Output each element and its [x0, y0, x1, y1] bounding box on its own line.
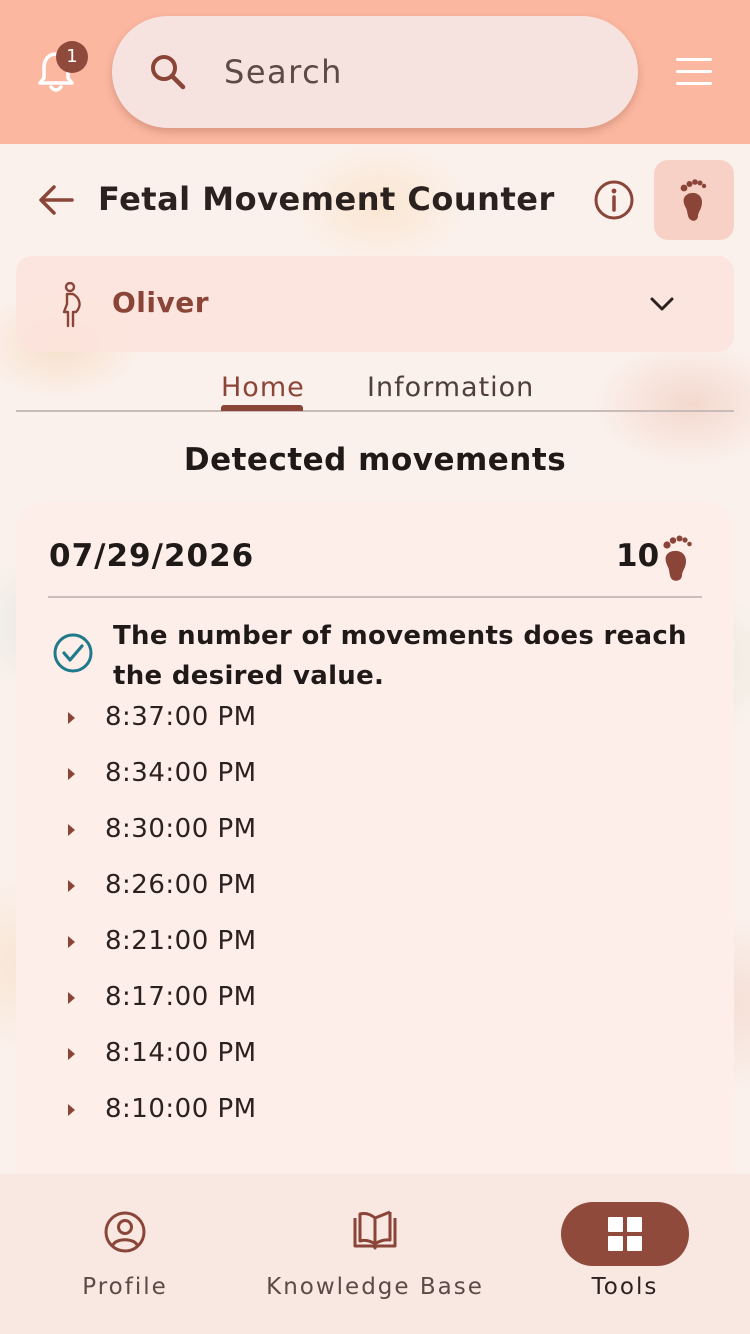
movement-time: 8:14:00 PM [105, 1038, 257, 1068]
card-date: 07/29/2026 [49, 538, 255, 574]
movement-time-list: 8:37:00 PM 8:34:00 PM 8:30:00 PM 8:26:00… [16, 698, 734, 1146]
list-item[interactable]: 8:10:00 PM [16, 1090, 734, 1146]
search-icon [151, 55, 186, 90]
list-item[interactable]: 8:21:00 PM [16, 922, 734, 978]
tab-home[interactable]: Home [221, 372, 305, 403]
caret-right-icon [68, 992, 75, 1004]
search-input[interactable] [224, 46, 604, 98]
nav-knowledge-base[interactable]: Knowledge Base [250, 1174, 500, 1334]
footprint-button[interactable] [654, 160, 734, 240]
nav-profile[interactable]: Profile [0, 1174, 250, 1334]
list-item[interactable]: 8:17:00 PM [16, 978, 734, 1034]
list-item[interactable]: 8:37:00 PM [16, 698, 734, 754]
hamburger-menu-icon[interactable] [676, 58, 712, 86]
section-title: Detected movements [183, 442, 567, 478]
movement-time: 8:30:00 PM [105, 814, 257, 844]
grid-icon [608, 1217, 642, 1251]
tab-information[interactable]: Information [367, 372, 534, 403]
caret-right-icon [68, 712, 75, 724]
caret-right-icon [68, 1048, 75, 1060]
profile-icon [104, 1211, 146, 1253]
list-item[interactable]: 8:26:00 PM [16, 866, 734, 922]
top-bar: 1 [0, 0, 750, 144]
list-item[interactable]: 8:14:00 PM [16, 1034, 734, 1090]
nav-label: Tools [591, 1274, 659, 1300]
search-bar[interactable] [112, 16, 638, 128]
caret-right-icon [68, 1104, 75, 1116]
tab-bar: Home Information [16, 364, 734, 412]
list-item[interactable]: 8:30:00 PM [16, 810, 734, 866]
movement-card: 07/29/2026 10 The number of movements do… [16, 502, 734, 1174]
movement-time: 8:34:00 PM [105, 758, 257, 788]
active-tab-indicator [221, 405, 303, 411]
caret-right-icon [68, 824, 75, 836]
caret-right-icon [68, 936, 75, 948]
info-icon[interactable] [592, 178, 636, 222]
card-divider [48, 596, 702, 598]
footprint-icon [663, 535, 692, 581]
notification-badge: 1 [56, 41, 88, 73]
nav-label: Knowledge Base [266, 1274, 484, 1300]
caret-right-icon [68, 768, 75, 780]
movement-count: 10 [616, 538, 660, 574]
book-icon [353, 1210, 397, 1250]
movement-time: 8:10:00 PM [105, 1094, 257, 1124]
nav-tools[interactable]: Tools [500, 1174, 750, 1334]
footprint-icon [680, 179, 707, 221]
movement-time: 8:21:00 PM [105, 926, 257, 956]
movement-time: 8:37:00 PM [105, 702, 257, 732]
list-item[interactable]: 8:34:00 PM [16, 754, 734, 810]
back-arrow-icon[interactable] [36, 180, 76, 220]
nav-label: Profile [82, 1274, 168, 1300]
profile-selector[interactable]: Oliver [16, 256, 734, 352]
page-title: Fetal Movement Counter [98, 180, 555, 218]
movement-time: 8:26:00 PM [105, 870, 257, 900]
chevron-down-icon[interactable] [648, 294, 676, 314]
status-message: The number of movements does reach the d… [113, 621, 687, 691]
pregnant-woman-icon [62, 282, 81, 328]
check-circle-icon [53, 633, 93, 673]
caret-right-icon [68, 880, 75, 892]
movement-time: 8:17:00 PM [105, 982, 257, 1012]
selected-profile-name: Oliver [112, 286, 210, 319]
bottom-navigation: Profile Knowledge Base Tools [0, 1174, 750, 1334]
